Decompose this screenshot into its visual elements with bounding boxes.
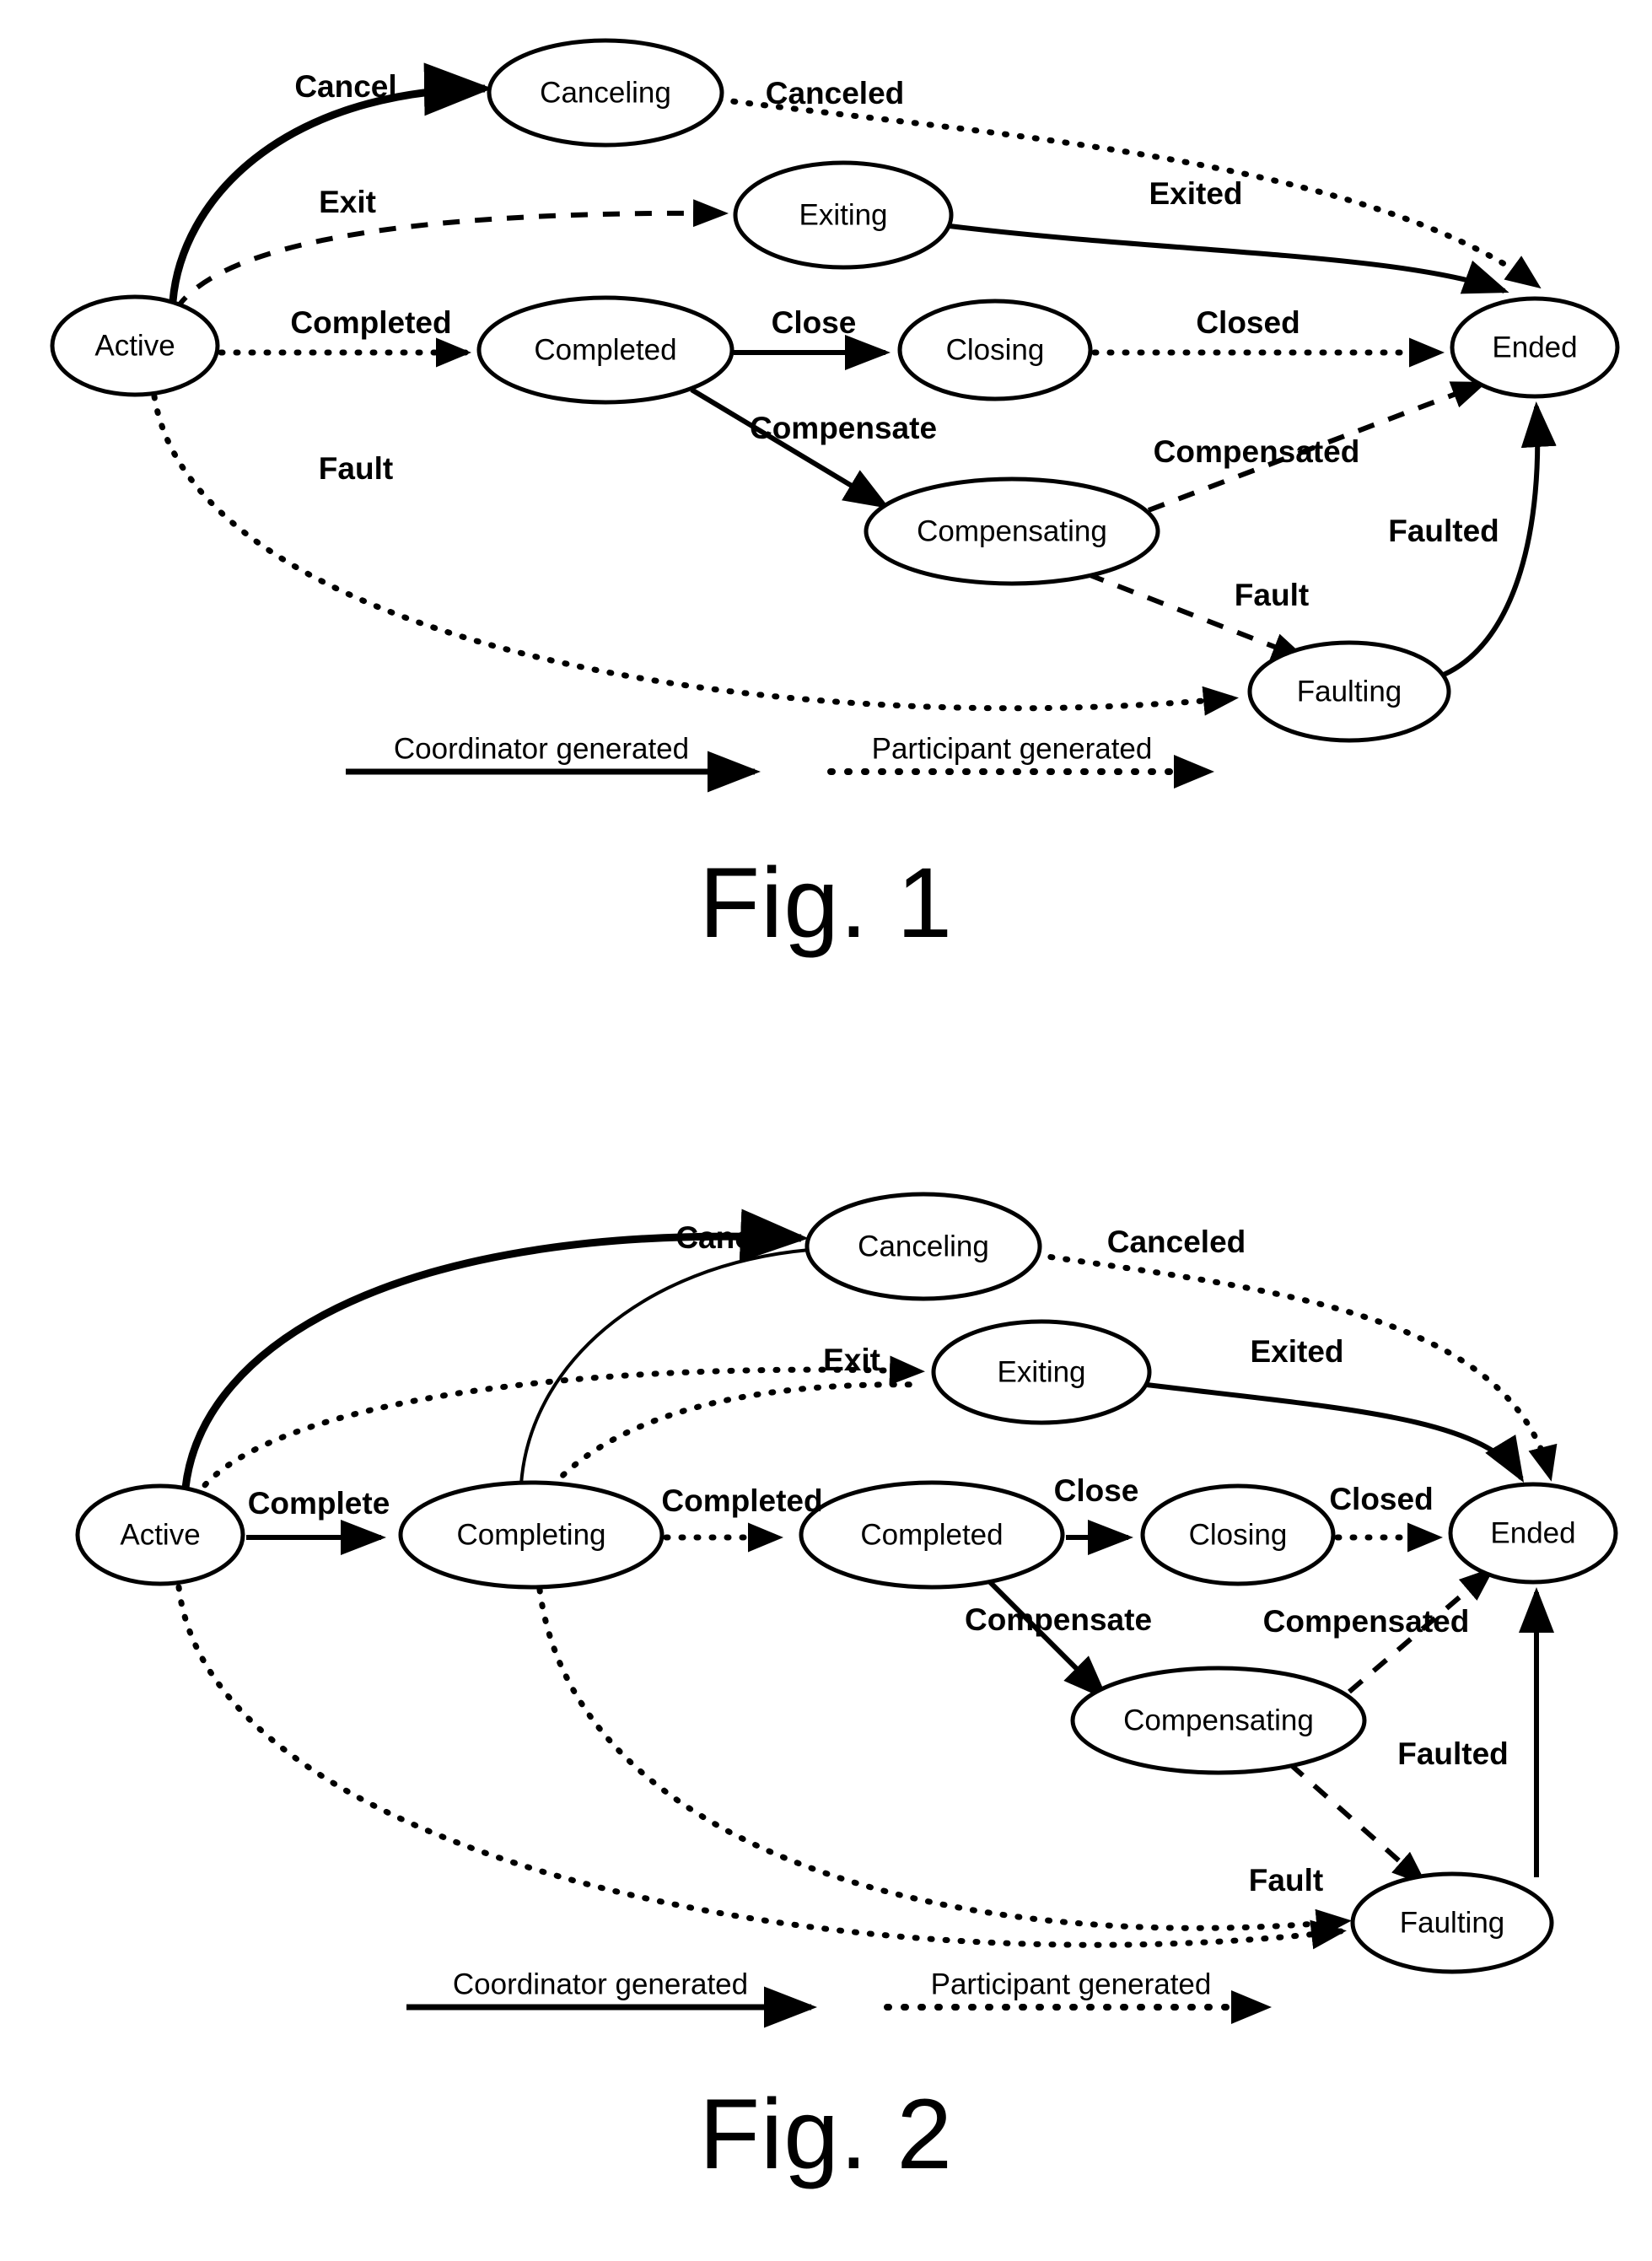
edge-label-fault: Fault [1249,1863,1323,1898]
edge-label-compensated: Compensated [1263,1604,1470,1639]
state-label-canceling: Canceling [858,1230,989,1262]
state-node-exiting[interactable]: Exiting [733,160,954,270]
figure-2-block: Active Completing Canceling Exiting Comp… [0,1155,1652,2261]
edge-label-complete: Complete [248,1486,390,1521]
edge-label-cancel: Cancel [294,69,396,104]
state-node-closing[interactable]: Closing [1140,1483,1336,1586]
edge-label-compensated: Compensated [1154,434,1360,469]
edge-active-exiting [192,1355,925,1500]
state-label-exiting: Exiting [997,1355,1085,1388]
state-node-compensating[interactable]: Compensating [864,476,1160,586]
state-label-completed: Completed [860,1518,1003,1551]
state-label-completed: Completed [534,333,676,366]
legend-participant-label: Participant generated [931,1968,1212,2000]
state-label-canceling: Canceling [540,76,671,109]
state-node-completing[interactable]: Completing [398,1480,665,1590]
edge-exiting-ended [1146,1382,1525,1483]
edge-completing-exiting [549,1381,924,1489]
edge-label-close: Close [1054,1473,1139,1508]
edge-label-cancel: Cancel [675,1220,778,1255]
edge-active-exiting [173,199,729,312]
legend-participant: Participant generated [884,1968,1272,2024]
edge-label-exit: Exit [319,185,376,219]
edge-completing-canceling [519,1248,810,1485]
edge-completed-compensating [690,387,891,509]
legend-participant: Participant generated [827,732,1214,789]
state-label-active: Active [120,1518,200,1551]
state-node-active[interactable]: Active [50,294,220,397]
state-label-faulting: Faulting [1297,675,1402,708]
edge-label-closed: Closed [1196,305,1300,340]
edge-label-canceled: Canceled [1107,1225,1246,1259]
state-node-completed[interactable]: Completed [476,295,735,405]
state-node-closing[interactable]: Closing [897,299,1093,401]
edge-label-exited: Exited [1149,176,1242,211]
edge-label-completed: Completed [290,305,451,340]
edge-active-canceling [181,1209,809,1488]
edge-label-fault-active: Fault [319,451,393,486]
state-label-closing: Closing [1189,1518,1288,1551]
edge-completed-compensating [982,1575,1109,1701]
edge-label-compensate: Compensate [965,1602,1152,1637]
state-label-exiting: Exiting [799,198,887,231]
edge-label-exited: Exited [1250,1334,1343,1369]
edge-label-faulted: Faulted [1388,514,1499,548]
legend-coordinator: Coordinator generated [406,1968,817,2028]
figure-2-diagram: Active Completing Canceling Exiting Comp… [75,1192,1618,2028]
state-label-compensating: Compensating [1123,1704,1314,1736]
state-label-completing: Completing [456,1518,605,1551]
state-node-faulting[interactable]: Faulting [1247,640,1451,743]
state-label-closing: Closing [946,333,1045,366]
edge-exiting-ended [949,223,1509,294]
state-node-completed[interactable]: Completed [799,1480,1065,1590]
edge-label-closed: Closed [1329,1482,1433,1516]
figure-1-diagram: Active Canceling Exiting Completed Closi… [50,38,1620,793]
state-node-active[interactable]: Active [75,1483,245,1586]
state-node-canceling[interactable]: Canceling [804,1192,1042,1301]
state-node-ended[interactable]: Ended [1448,1482,1618,1585]
state-label-ended: Ended [1492,331,1577,363]
edge-label-close: Close [772,305,857,340]
figure-1-block: Active Canceling Exiting Completed Closi… [0,0,1652,995]
edge-label-completed: Completed [661,1483,822,1518]
legend-coordinator-label: Coordinator generated [394,732,689,765]
legend-coordinator-label: Coordinator generated [453,1968,748,2000]
edge-label-fault-compensating: Fault [1235,578,1309,612]
figure-1-caption: Fig. 1 [698,848,954,959]
edge-label-canceled: Canceled [766,76,905,110]
state-node-exiting[interactable]: Exiting [931,1319,1152,1425]
legend-coordinator: Coordinator generated [346,732,761,793]
state-label-compensating: Compensating [917,514,1107,547]
figure-2-caption: Fig. 2 [698,2079,954,2190]
state-label-ended: Ended [1490,1516,1575,1549]
state-label-faulting: Faulting [1400,1906,1505,1939]
state-label-active: Active [94,329,175,362]
legend-participant-label: Participant generated [872,732,1153,765]
state-node-compensating[interactable]: Compensating [1070,1666,1367,1775]
edge-label-faulted: Faulted [1397,1736,1509,1771]
edge-label-compensate: Compensate [750,411,937,445]
state-node-ended[interactable]: Ended [1450,296,1620,399]
edge-label-exit: Exit [823,1343,880,1377]
state-node-faulting[interactable]: Faulting [1350,1871,1554,1974]
state-node-canceling[interactable]: Canceling [487,38,724,148]
